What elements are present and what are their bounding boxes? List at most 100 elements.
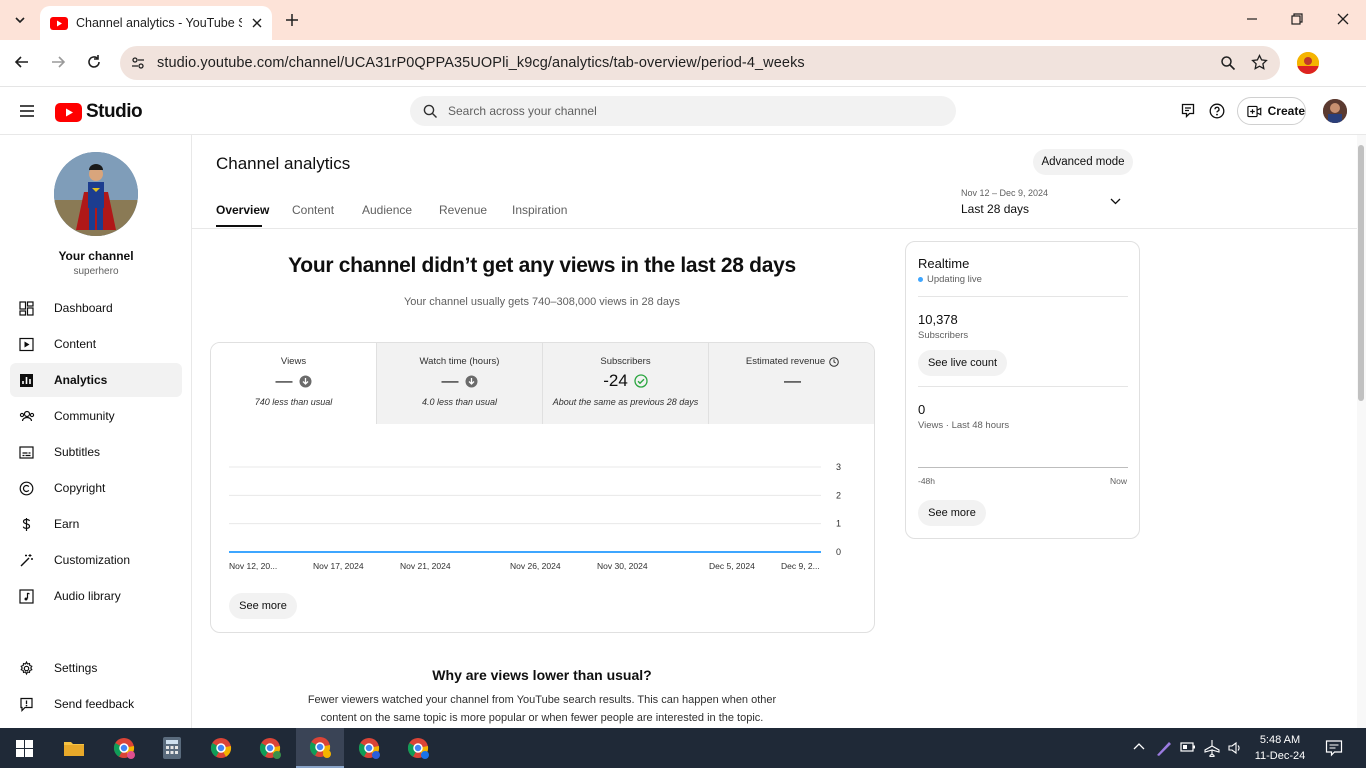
sidebar-item-customization[interactable]: Customization (10, 543, 182, 577)
metric-subtext: 4.0 less than usual (421, 397, 498, 407)
advanced-mode-button[interactable]: Advanced mode (1033, 149, 1133, 175)
sidebar-item-community[interactable]: Community (10, 399, 182, 433)
site-settings-icon[interactable] (130, 55, 146, 71)
taskbar-chrome-4[interactable] (345, 728, 393, 768)
close-window-icon[interactable] (1336, 12, 1350, 26)
metric-value: -24 (603, 371, 628, 390)
browser-profile-avatar[interactable] (1297, 52, 1319, 74)
close-tab-icon[interactable] (252, 18, 262, 28)
studio-logo[interactable]: Studio (55, 101, 143, 123)
taskbar-clock[interactable]: 5:48 AM 11-Dec-24 (1252, 732, 1308, 764)
logo-text: Studio (86, 101, 143, 122)
chrome-icon (113, 738, 135, 759)
chevron-up-icon[interactable] (1133, 742, 1145, 750)
sidebar-item-audio-library[interactable]: Audio library (10, 579, 182, 613)
battery-icon[interactable] (1180, 741, 1196, 753)
tab-search-button[interactable] (8, 8, 32, 32)
tab-inspiration[interactable]: Inspiration (512, 203, 567, 217)
create-label: Create (1267, 104, 1305, 118)
sidebar-item-settings[interactable]: Settings (10, 651, 182, 685)
search-input[interactable] (448, 104, 908, 118)
sidebar-item-label: Analytics (54, 373, 108, 387)
sidebar-item-copyright[interactable]: Copyright (10, 471, 182, 505)
studio-header: Studio Create (0, 87, 1366, 135)
minimize-icon[interactable] (1245, 12, 1259, 26)
zoom-icon[interactable] (1220, 55, 1236, 71)
subscriber-count: 10,378 (918, 312, 958, 327)
forward-arrow-icon[interactable] (50, 54, 66, 70)
sidebar-item-analytics[interactable]: Analytics (10, 363, 182, 397)
reload-icon[interactable] (86, 54, 102, 70)
y-tick-label: 2 (836, 490, 841, 500)
date-range-picker[interactable]: Nov 12 – Dec 9, 2024 Last 28 days (961, 188, 1133, 216)
browser-tab-active[interactable]: Channel analytics - YouTube Studio (40, 6, 272, 40)
feedback-icon (20, 697, 33, 712)
metric-estimated-revenue[interactable]: Estimated revenue — (709, 343, 874, 424)
hamburger-menu-icon[interactable] (19, 104, 35, 118)
channel-handle: superhero (73, 266, 119, 277)
notifications-feed-icon[interactable] (1181, 103, 1195, 118)
start-button[interactable] (0, 728, 48, 768)
volume-icon[interactable] (1227, 740, 1243, 756)
windows-taskbar: 5:48 AM 11-Dec-24 (0, 728, 1366, 768)
y-tick-label: 0 (836, 547, 841, 557)
tab-divider (192, 228, 1357, 229)
sidebar-item-earn[interactable]: Earn (10, 507, 182, 541)
usual-views-subline: Your channel usually gets 740–308,000 vi… (403, 296, 680, 308)
page-scrollbar[interactable] (1357, 135, 1366, 728)
airplane-icon[interactable] (1203, 739, 1221, 757)
taskbar-file-explorer[interactable] (50, 728, 98, 768)
help-icon[interactable] (1209, 103, 1225, 119)
x-tick-label: Nov 21, 2024 (400, 561, 451, 571)
taskbar-chrome-3[interactable] (246, 728, 294, 768)
restore-icon[interactable] (1290, 12, 1304, 26)
taskbar-chrome-1[interactable] (100, 728, 148, 768)
sidebar-item-subtitles[interactable]: Subtitles (10, 435, 182, 469)
address-bar[interactable]: studio.youtube.com/channel/UCA31rP0QPPA3… (120, 46, 1280, 80)
realtime-see-more-button[interactable]: See more (918, 500, 986, 526)
metric-subscribers[interactable]: Subscribers -24 About the same as previo… (543, 343, 709, 424)
see-live-count-button[interactable]: See live count (918, 350, 1007, 376)
create-button[interactable]: Create (1237, 97, 1306, 125)
taskbar-chrome-active[interactable] (296, 728, 344, 768)
realtime-chart-baseline (918, 467, 1128, 468)
x-tick-label: Nov 30, 2024 (597, 561, 648, 571)
chevron-down-icon (1110, 198, 1121, 205)
url-text[interactable]: studio.youtube.com/channel/UCA31rP0QPPA3… (157, 55, 805, 71)
tab-audience[interactable]: Audience (362, 203, 412, 217)
taskbar-calculator[interactable] (148, 728, 196, 768)
tab-revenue[interactable]: Revenue (439, 203, 487, 217)
windows-logo-icon (15, 739, 33, 757)
sidebar-item-content[interactable]: Content (10, 327, 182, 361)
channel-avatar[interactable] (54, 152, 138, 236)
pen-icon[interactable] (1155, 739, 1173, 757)
analytics-main: Channel analytics Advanced mode Overview… (192, 135, 1357, 728)
taskbar-chrome-5[interactable] (394, 728, 442, 768)
bookmark-star-icon[interactable] (1251, 54, 1268, 71)
realtime-axis-end: Now (1109, 476, 1127, 486)
metric-views[interactable]: Views — 740 less than usual (211, 343, 377, 424)
see-more-button[interactable]: See more (229, 593, 297, 619)
channel-name: Your channel (58, 249, 134, 263)
tab-overview[interactable]: Overview (216, 203, 269, 217)
back-arrow-icon[interactable] (14, 54, 30, 70)
sidebar-item-dashboard[interactable]: Dashboard (10, 291, 182, 325)
scrollbar-thumb[interactable] (1358, 145, 1364, 401)
chrome-icon (407, 738, 429, 759)
date-range-text: Nov 12 – Dec 9, 2024 (961, 188, 1049, 198)
community-icon (19, 410, 35, 421)
metric-subtext: 740 less than usual (254, 397, 333, 407)
date-range-label: Last 28 days (961, 202, 1030, 216)
account-avatar[interactable] (1323, 99, 1347, 123)
metric-value: — (784, 371, 801, 390)
tab-content[interactable]: Content (292, 203, 334, 217)
sidebar-item-send-feedback[interactable]: Send feedback (10, 687, 182, 721)
new-tab-icon[interactable] (282, 10, 302, 30)
taskbar-chrome-2[interactable] (197, 728, 245, 768)
notification-center-icon[interactable] (1325, 739, 1343, 757)
realtime-status-text: Updating live (927, 274, 982, 285)
why-views-lower-text: Fewer viewers watched your channel from … (307, 694, 777, 724)
youtube-logo-icon (55, 102, 82, 122)
metric-watch-time[interactable]: Watch time (hours) — 4.0 less than usual (377, 343, 543, 424)
channel-search[interactable] (410, 96, 956, 126)
